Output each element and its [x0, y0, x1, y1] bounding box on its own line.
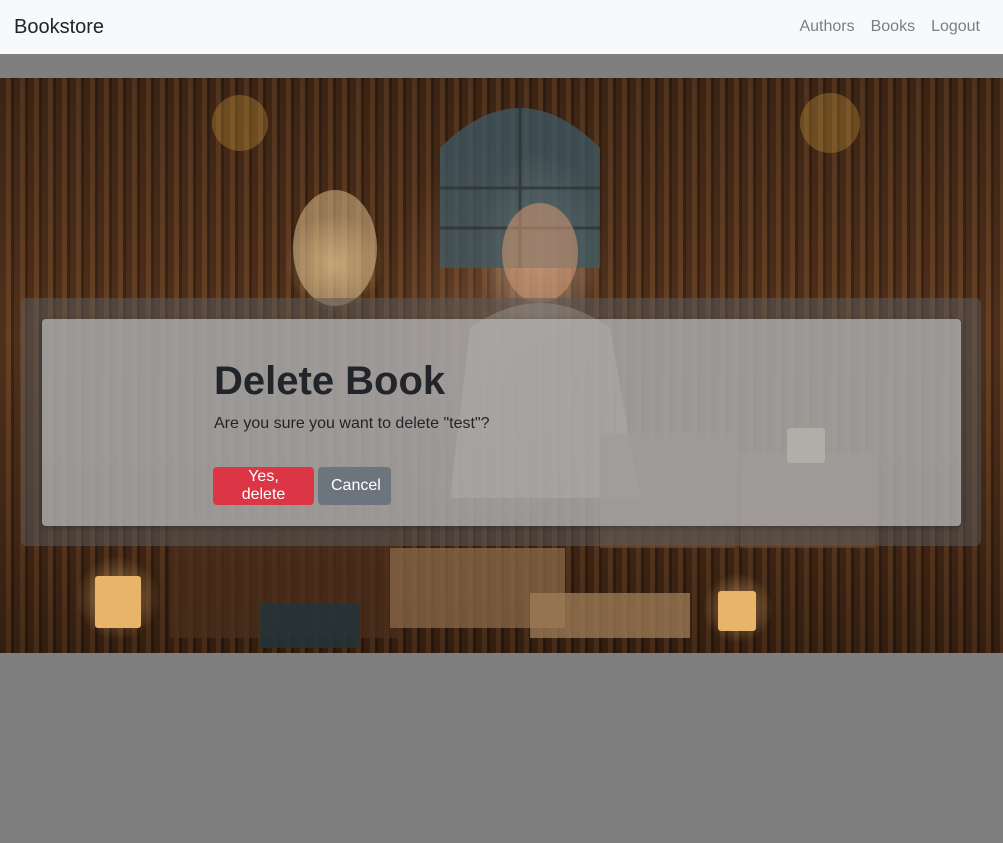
brand-link[interactable]: Bookstore	[14, 16, 104, 39]
nav-links: Authors Books Logout	[799, 18, 989, 36]
cancel-button[interactable]: Cancel	[318, 467, 391, 505]
dialog-title: Delete Book	[214, 359, 446, 403]
dialog-message: Are you sure you want to delete "test"?	[214, 415, 490, 432]
nav-link-logout[interactable]: Logout	[931, 18, 980, 36]
nav-link-books[interactable]: Books	[871, 18, 915, 36]
nav-link-authors[interactable]: Authors	[799, 18, 854, 36]
navbar: Bookstore Authors Books Logout	[0, 0, 1003, 54]
delete-card	[42, 319, 961, 526]
confirm-delete-button[interactable]: Yes, delete	[213, 467, 314, 505]
